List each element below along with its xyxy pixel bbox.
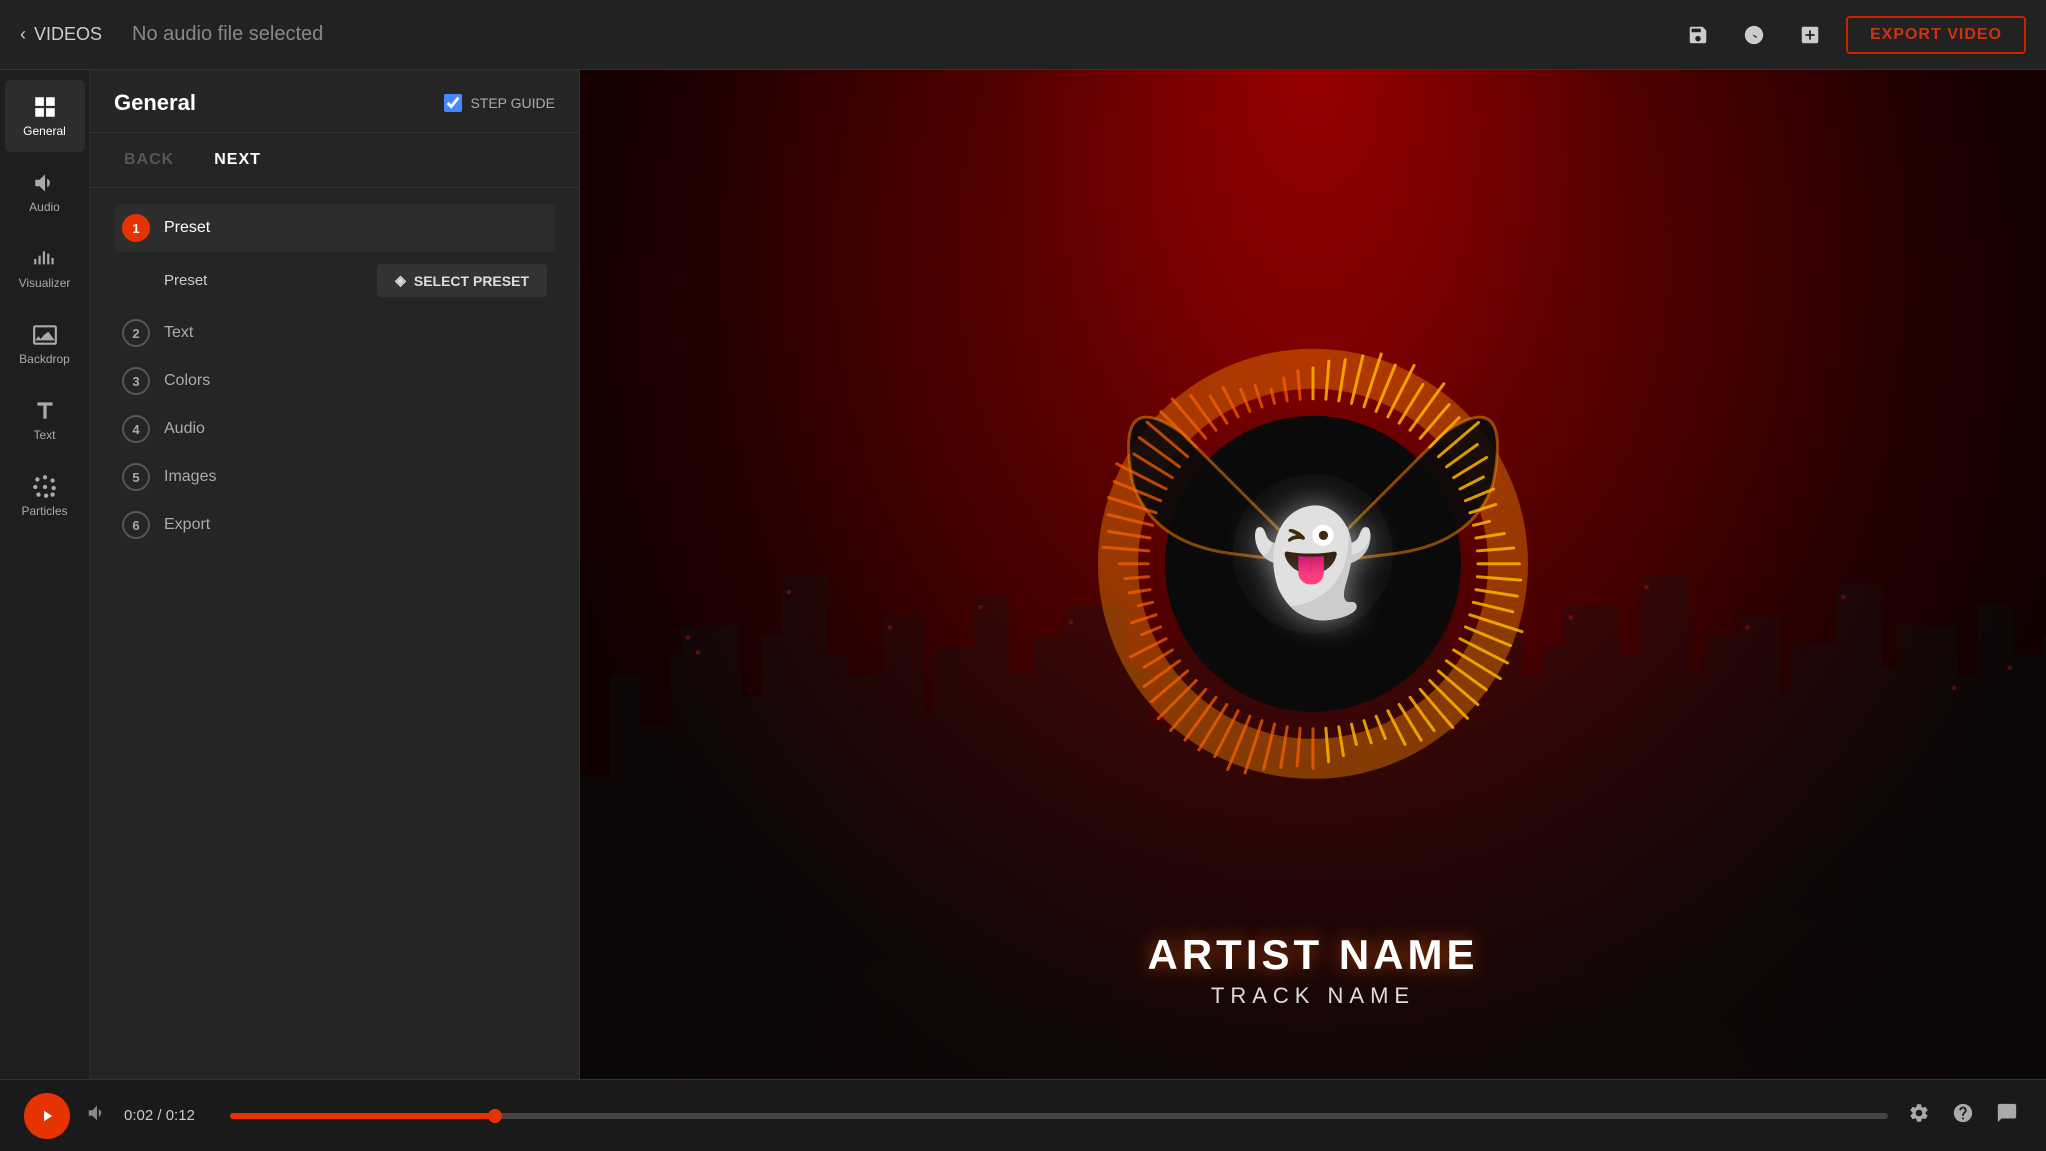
history-button[interactable] bbox=[1734, 15, 1774, 55]
progress-fill bbox=[230, 1113, 495, 1119]
step-text[interactable]: 2 Text bbox=[114, 309, 555, 357]
artist-info: ARTIST NAME TRACK NAME bbox=[1148, 931, 1479, 1009]
progress-dot bbox=[488, 1109, 502, 1123]
preset-sub-label: Preset bbox=[164, 272, 207, 289]
add-button[interactable] bbox=[1790, 15, 1830, 55]
sidebar-item-audio[interactable]: Audio bbox=[5, 156, 85, 228]
sidebar-item-general[interactable]: General bbox=[5, 80, 85, 152]
topbar-actions: EXPORT VIDEO bbox=[1678, 15, 2026, 55]
sidebar-backdrop-label: Backdrop bbox=[19, 352, 70, 366]
select-preset-icon: ◈ bbox=[395, 272, 406, 289]
play-icon bbox=[38, 1107, 56, 1125]
step-num-5: 5 bbox=[122, 463, 150, 491]
save-button[interactable] bbox=[1678, 15, 1718, 55]
preset-sub-item: Preset ◈ SELECT PRESET bbox=[156, 258, 555, 303]
chat-button[interactable] bbox=[1992, 1098, 2022, 1134]
panel-nav: BACK NEXT bbox=[90, 133, 579, 188]
backdrop-icon bbox=[32, 322, 58, 348]
step-colors[interactable]: 3 Colors bbox=[114, 357, 555, 405]
step-images[interactable]: 5 Images bbox=[114, 453, 555, 501]
video-container: 👻 ARTIST NAME TRACK NAME bbox=[580, 70, 2046, 1079]
help-icon bbox=[1952, 1102, 1974, 1124]
select-preset-button[interactable]: ◈ SELECT PRESET bbox=[377, 264, 547, 297]
sidebar-particles-label: Particles bbox=[21, 504, 67, 518]
progress-bar[interactable] bbox=[230, 1113, 1888, 1119]
next-nav-button[interactable]: NEXT bbox=[204, 145, 271, 175]
step-preset[interactable]: 1 Preset bbox=[114, 204, 555, 252]
sidebar: General Audio Visualizer bbox=[0, 70, 90, 1079]
chat-icon bbox=[1996, 1102, 2018, 1124]
step-export-label: Export bbox=[164, 516, 210, 534]
sidebar-general-label: General bbox=[23, 124, 66, 138]
step-audio[interactable]: 4 Audio bbox=[114, 405, 555, 453]
back-button[interactable]: ‹ VIDEOS bbox=[20, 24, 102, 45]
audio-icon bbox=[32, 170, 58, 196]
general-icon bbox=[32, 94, 58, 120]
track-name: TRACK NAME bbox=[1148, 983, 1479, 1009]
sidebar-visualizer-label: Visualizer bbox=[19, 276, 71, 290]
particles-icon bbox=[32, 474, 58, 500]
sidebar-item-particles[interactable]: Particles bbox=[5, 460, 85, 532]
back-nav-button[interactable]: BACK bbox=[114, 145, 184, 175]
step-colors-label: Colors bbox=[164, 372, 210, 390]
step-guide-label: STEP GUIDE bbox=[470, 95, 555, 111]
sidebar-text-label: Text bbox=[33, 428, 55, 442]
help-button[interactable] bbox=[1948, 1098, 1978, 1134]
settings-icon bbox=[1908, 1102, 1930, 1124]
step-images-label: Images bbox=[164, 468, 216, 486]
text-icon bbox=[32, 398, 58, 424]
step-guide-toggle[interactable]: STEP GUIDE bbox=[444, 94, 555, 112]
topbar: ‹ VIDEOS No audio file selected EXPORT V… bbox=[0, 0, 2046, 70]
artist-name: ARTIST NAME bbox=[1148, 931, 1479, 979]
step-text-label: Text bbox=[164, 324, 193, 342]
settings-panel: General STEP GUIDE BACK NEXT 1 Preset Pr… bbox=[90, 70, 580, 1079]
history-icon bbox=[1743, 24, 1765, 46]
export-video-button[interactable]: EXPORT VIDEO bbox=[1846, 16, 2026, 54]
preview-area: 👻 ARTIST NAME TRACK NAME bbox=[580, 70, 2046, 1079]
volume-icon[interactable] bbox=[86, 1102, 108, 1130]
step-num-6: 6 bbox=[122, 511, 150, 539]
video-preview: 👻 ARTIST NAME TRACK NAME bbox=[580, 70, 2046, 1079]
back-label: VIDEOS bbox=[34, 24, 102, 45]
sidebar-item-visualizer[interactable]: Visualizer bbox=[5, 232, 85, 304]
play-button[interactable] bbox=[24, 1093, 70, 1139]
step-num-3: 3 bbox=[122, 367, 150, 395]
step-num-4: 4 bbox=[122, 415, 150, 443]
visualizer-icon bbox=[32, 246, 58, 272]
audio-status: No audio file selected bbox=[132, 23, 323, 46]
step-export[interactable]: 6 Export bbox=[114, 501, 555, 549]
panel-steps: 1 Preset Preset ◈ SELECT PRESET 2 Text 3… bbox=[90, 188, 579, 1079]
settings-button[interactable] bbox=[1904, 1098, 1934, 1134]
step-guide-checkbox[interactable] bbox=[444, 94, 462, 112]
panel-header: General STEP GUIDE bbox=[90, 70, 579, 133]
time-display: 0:02 / 0:12 bbox=[124, 1107, 214, 1124]
select-preset-label: SELECT PRESET bbox=[414, 273, 529, 289]
step-preset-label: Preset bbox=[164, 219, 210, 237]
player-right-icons bbox=[1904, 1098, 2022, 1134]
panel-title: General bbox=[114, 90, 196, 116]
ghost-icon: 👻 bbox=[1251, 504, 1376, 621]
back-arrow-icon: ‹ bbox=[20, 24, 26, 45]
sidebar-item-backdrop[interactable]: Backdrop bbox=[5, 308, 85, 380]
volume-svg-icon bbox=[86, 1102, 108, 1124]
save-icon bbox=[1687, 24, 1709, 46]
sidebar-audio-label: Audio bbox=[29, 200, 60, 214]
add-icon bbox=[1799, 24, 1821, 46]
step-num-1: 1 bbox=[122, 214, 150, 242]
main-content: General Audio Visualizer bbox=[0, 70, 2046, 1079]
step-audio-label: Audio bbox=[164, 420, 205, 438]
player-bar: 0:02 / 0:12 bbox=[0, 1079, 2046, 1151]
sidebar-item-text[interactable]: Text bbox=[5, 384, 85, 456]
step-num-2: 2 bbox=[122, 319, 150, 347]
